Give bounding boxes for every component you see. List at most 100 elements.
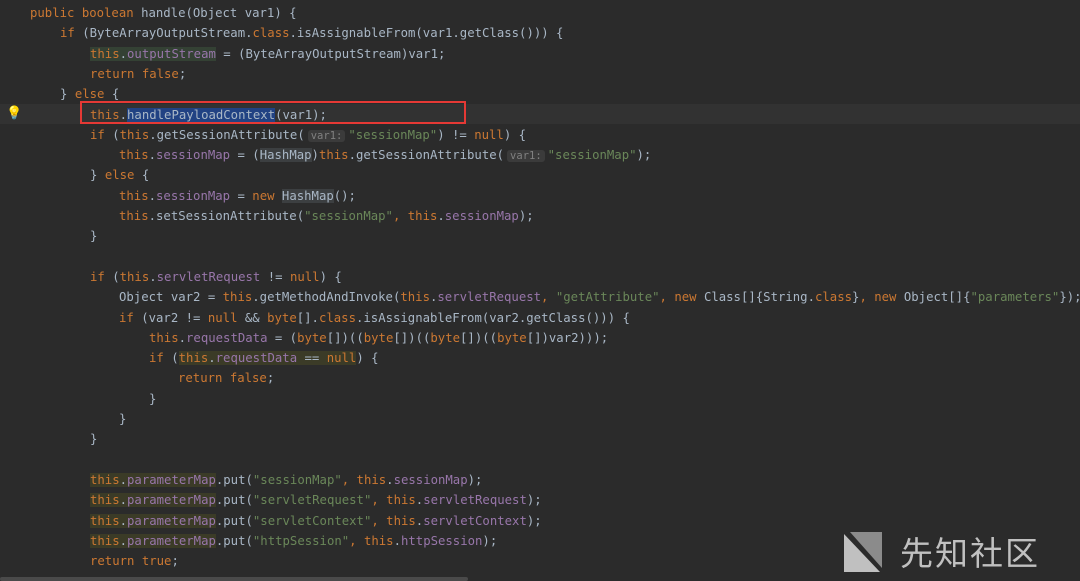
lightbulb-icon[interactable]: 💡 <box>6 104 22 124</box>
code-token: class <box>815 290 853 305</box>
code-token: else <box>104 168 142 183</box>
code-token: . <box>119 493 128 508</box>
code-line[interactable]: this.parameterMap.put("httpSession", thi… <box>90 531 497 551</box>
code-token: this <box>90 493 120 508</box>
code-token: httpSession <box>400 533 483 548</box>
code-token: .getSessionAttribute( <box>348 148 505 163</box>
code-line[interactable]: this.parameterMap.put("servletContext", … <box>90 511 542 531</box>
code-line[interactable]: Object var2 = this.getMethodAndInvoke(th… <box>119 287 1080 307</box>
code-token: this <box>119 209 149 223</box>
code-token: this <box>119 188 149 203</box>
code-token: this <box>222 290 253 305</box>
code-token: requestData <box>215 351 298 366</box>
code-token: servletRequest <box>437 290 542 305</box>
code-line[interactable]: if (this.getSessionAttribute(var1: "sessi… <box>90 125 526 145</box>
xianzhi-logo-icon <box>844 532 882 572</box>
code-token: . <box>386 472 394 487</box>
code-token: } <box>90 432 98 447</box>
code-token: == <box>297 351 327 366</box>
code-line[interactable]: return true; <box>90 551 179 571</box>
code-token: "httpSession" <box>252 533 350 548</box>
code-token: this <box>90 533 120 548</box>
code-token: ) { <box>503 127 527 142</box>
code-token: class <box>318 310 356 325</box>
code-token: return false <box>178 371 267 386</box>
code-line[interactable]: this.sessionMap = new HashMap(); <box>119 186 356 206</box>
code-editor[interactable]: public boolean handle(Object var1) {if (… <box>0 0 1080 581</box>
code-token: . <box>119 533 128 548</box>
code-token: ) <box>311 148 319 163</box>
code-token: . <box>119 513 128 528</box>
code-token: else <box>74 87 112 102</box>
code-token: , this <box>392 209 438 223</box>
code-line[interactable]: if (ByteArrayOutputStream.class.isAssign… <box>60 23 563 43</box>
code-line[interactable]: } <box>90 429 97 449</box>
code-token: public boolean <box>30 6 142 20</box>
annotation-highlight-box <box>80 101 466 124</box>
code-token: "parameters" <box>970 290 1060 305</box>
code-token: if <box>149 351 172 366</box>
code-token: []. <box>296 310 319 325</box>
code-token: this <box>90 46 120 61</box>
code-token: && <box>244 310 268 325</box>
code-token: byte <box>267 310 297 325</box>
code-token: . <box>149 269 157 284</box>
code-token: ; <box>266 371 275 386</box>
code-line[interactable]: return false; <box>178 368 274 388</box>
code-token: ; <box>178 66 187 81</box>
code-token: sessionMap <box>393 472 468 487</box>
code-token: byte <box>297 330 327 345</box>
code-token: } <box>90 168 105 183</box>
code-token: new <box>252 188 282 203</box>
code-line[interactable]: if (this.requestData == null) { <box>149 348 379 368</box>
code-token: ( <box>112 127 120 142</box>
code-token: byte <box>497 330 527 345</box>
code-token: if <box>119 310 142 325</box>
code-token: .getMethodAndInvoke( <box>252 290 401 305</box>
code-token: . <box>208 351 216 366</box>
code-line[interactable]: return false; <box>90 64 186 84</box>
code-token: parameterMap <box>127 533 216 548</box>
code-token: , this <box>349 533 394 548</box>
code-token: Class[]{String. <box>703 290 815 305</box>
code-token: Object[]{ <box>903 290 971 305</box>
code-token: ) { <box>356 351 379 366</box>
code-token: . <box>119 46 128 61</box>
code-line[interactable]: this.setSessionAttribute("sessionMap", t… <box>119 206 534 226</box>
code-line[interactable]: this.outputStream = (ByteArrayOutputStre… <box>90 44 445 64</box>
code-token: = ( <box>230 148 260 163</box>
code-token: "getAttribute" <box>555 290 660 305</box>
parameter-hint: var1: <box>507 150 545 163</box>
code-token: ; <box>171 554 179 569</box>
code-token: this <box>90 472 120 487</box>
code-line[interactable]: this.parameterMap.put("sessionMap", this… <box>90 470 482 490</box>
code-token: servletRequest <box>156 269 261 284</box>
code-line[interactable]: } else { <box>90 165 149 185</box>
code-token: "servletRequest" <box>252 493 372 508</box>
code-token: outputStream <box>127 46 216 61</box>
code-token: != <box>260 269 290 284</box>
code-token: ); <box>467 472 483 487</box>
code-line[interactable]: if (var2 != null && byte[].class.isAssig… <box>119 308 630 328</box>
code-token: } <box>60 87 75 102</box>
code-token: this <box>318 148 349 163</box>
code-token: servletRequest <box>423 493 527 508</box>
code-token: this <box>90 513 120 528</box>
code-token: this <box>119 269 150 284</box>
code-line[interactable]: this.sessionMap = (HashMap)this.getSessi… <box>119 145 651 165</box>
code-line[interactable]: } <box>149 389 156 409</box>
code-line[interactable]: } <box>90 226 97 246</box>
code-token: .isAssignableFrom(var1.getClass())) { <box>289 26 564 41</box>
code-line[interactable]: if (this.servletRequest != null) { <box>90 267 342 287</box>
code-token: ) { <box>319 269 342 284</box>
code-token: .put( <box>215 533 253 548</box>
code-token: . <box>393 533 401 548</box>
code-token: this <box>149 330 179 345</box>
code-line[interactable]: this.parameterMap.put("servletRequest", … <box>90 490 542 510</box>
code-token: , new <box>659 290 704 305</box>
code-token: sessionMap <box>156 148 231 163</box>
code-line[interactable]: public boolean handle(Object var1) { <box>30 3 297 23</box>
code-line[interactable]: this.requestData = (byte[])((byte[])((by… <box>149 328 608 348</box>
horizontal-scrollbar[interactable] <box>0 577 468 581</box>
code-line[interactable]: } <box>119 409 126 429</box>
